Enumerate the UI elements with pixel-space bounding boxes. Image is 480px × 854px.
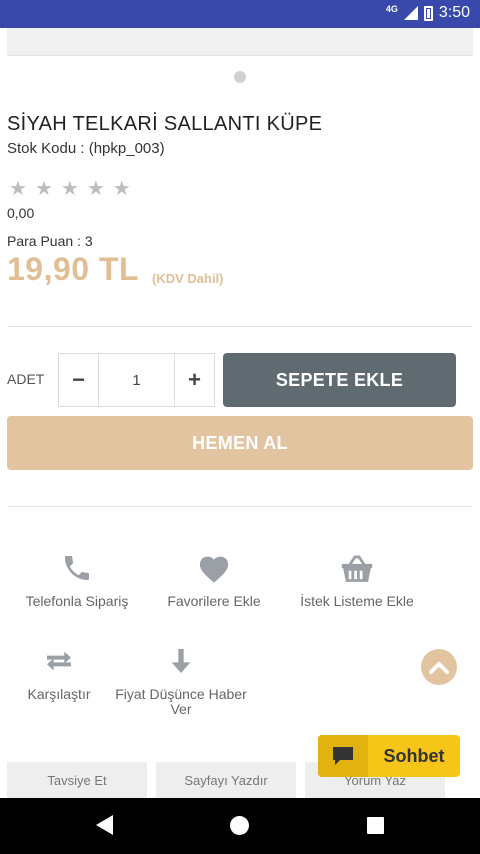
star-icon[interactable]: ★ xyxy=(113,179,131,199)
tab-recommend[interactable]: Tavsiye Et xyxy=(7,762,147,798)
add-to-cart-button[interactable]: SEPETE EKLE xyxy=(223,353,456,407)
quantity-label: ADET xyxy=(7,371,45,387)
product-image-gallery[interactable] xyxy=(7,28,473,56)
reward-points: Para Puan : 3 xyxy=(7,233,93,249)
signal-icon xyxy=(403,6,418,20)
quantity-stepper: − + xyxy=(58,353,215,407)
heart-icon xyxy=(155,552,273,584)
increment-button[interactable]: + xyxy=(175,354,214,406)
chevron-up-icon xyxy=(429,662,449,674)
network-type: 4G xyxy=(385,4,398,14)
product-title: SİYAH TELKARİ SALLANTI KÜPE xyxy=(7,113,323,135)
favorites-label: Favorilere Ekle xyxy=(167,593,261,609)
status-indicators: 4G 3:50 xyxy=(386,4,470,22)
price-alert-label: Fiyat Düşünce Haber Ver xyxy=(115,686,247,717)
swap-arrows-icon xyxy=(14,645,104,677)
arrow-down-icon xyxy=(110,645,252,677)
chat-bubble-icon xyxy=(318,735,368,777)
scroll-to-top-button[interactable] xyxy=(421,649,457,685)
phone-order-action[interactable]: Telefonla Sipariş xyxy=(14,552,140,609)
stock-code: Stok Kodu : (hpkp_003) xyxy=(7,140,165,157)
chat-button[interactable]: Sohbet xyxy=(318,735,460,777)
star-icon[interactable]: ★ xyxy=(35,179,53,199)
phone-order-label: Telefonla Sipariş xyxy=(25,593,129,609)
add-to-favorites-action[interactable]: Favorilere Ekle xyxy=(155,552,273,609)
star-icon[interactable]: ★ xyxy=(87,179,105,199)
home-icon[interactable] xyxy=(230,816,249,835)
back-icon[interactable] xyxy=(96,815,113,835)
rating-value: 0,00 xyxy=(7,205,35,221)
recent-apps-icon[interactable] xyxy=(367,817,384,834)
quantity-input[interactable] xyxy=(98,354,175,406)
vat-note: (KDV Dahil) xyxy=(152,271,224,286)
star-icon[interactable]: ★ xyxy=(61,179,79,199)
product-price: 19,90 TL xyxy=(7,251,140,287)
divider xyxy=(7,506,473,507)
chat-label: Sohbet xyxy=(383,745,445,766)
divider xyxy=(7,326,473,327)
basket-icon xyxy=(290,552,424,584)
tab-print-page[interactable]: Sayfayı Yazdır xyxy=(156,762,296,798)
buy-now-button[interactable]: HEMEN AL xyxy=(7,416,473,470)
system-navigation-bar xyxy=(0,798,480,854)
price-alert-action[interactable]: Fiyat Düşünce Haber Ver xyxy=(110,645,252,717)
rating-stars[interactable]: ★ ★ ★ ★ ★ xyxy=(9,179,131,199)
compare-action[interactable]: Karşılaştır xyxy=(14,645,104,702)
phone-icon xyxy=(14,552,140,584)
compare-label: Karşılaştır xyxy=(27,686,91,702)
battery-icon xyxy=(423,5,433,21)
gallery-page-indicator[interactable] xyxy=(234,71,246,83)
decrement-button[interactable]: − xyxy=(59,354,98,406)
status-bar: 4G 3:50 xyxy=(0,0,480,28)
add-to-wishlist-action[interactable]: İstek Listeme Ekle xyxy=(290,552,424,609)
clock: 3:50 xyxy=(438,4,470,21)
star-icon[interactable]: ★ xyxy=(9,179,27,199)
wishlist-label: İstek Listeme Ekle xyxy=(300,593,414,609)
